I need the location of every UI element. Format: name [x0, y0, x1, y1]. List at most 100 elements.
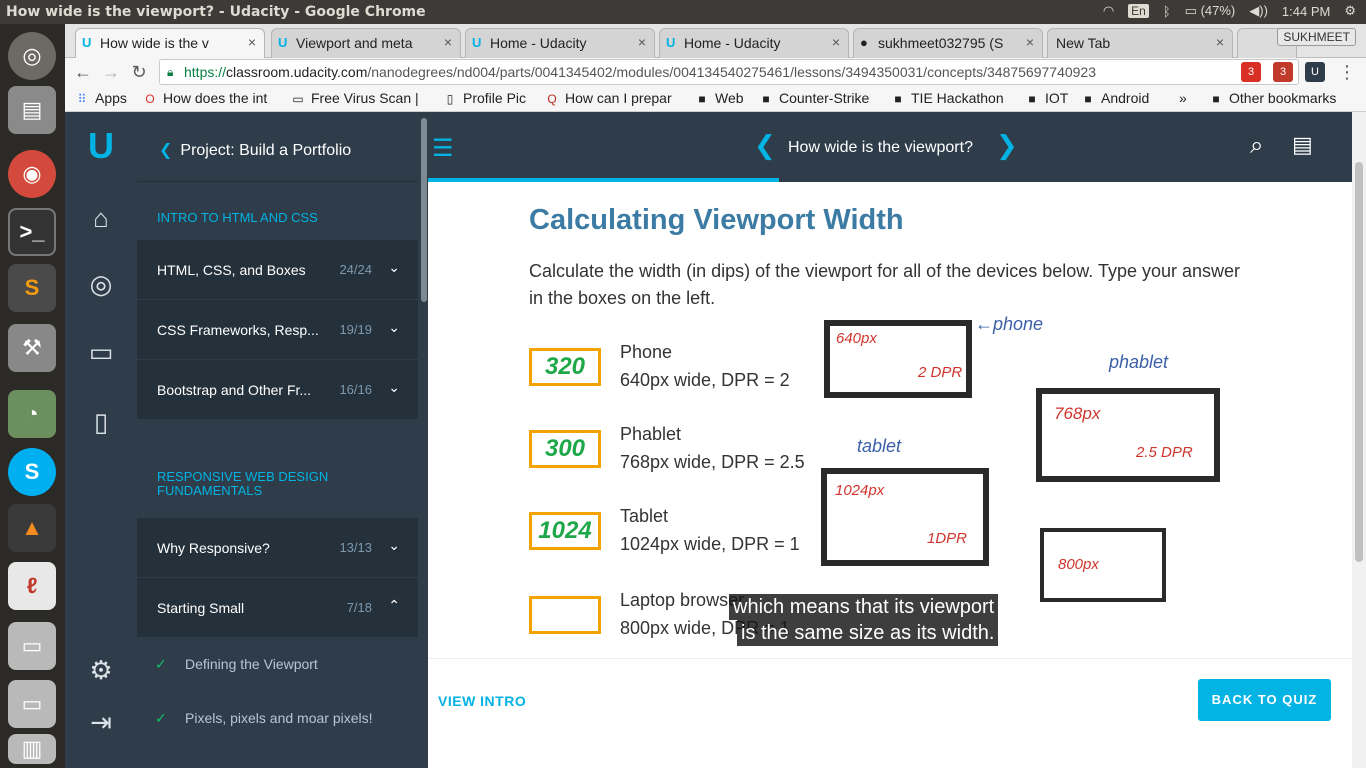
bookmark-folder[interactable]: ■ IOT [1025, 90, 1068, 106]
folder-icon: ■ [1028, 92, 1036, 106]
terminal-icon[interactable]: >_ [8, 208, 56, 256]
checkmark-icon: ✓ [155, 656, 167, 672]
section-heading: RESPONSIVE WEB DESIGN FUNDAMENTALS [157, 469, 329, 498]
search-icon[interactable]: ⌕ [1250, 132, 1263, 160]
section-heading: INTRO TO HTML AND CSS [157, 210, 318, 225]
concept-title: How wide is the viewport? [788, 139, 973, 156]
home-icon[interactable]: ⌂ [81, 198, 121, 238]
url-scheme: https:// [184, 64, 227, 80]
page-scroll-thumb[interactable] [1355, 162, 1363, 562]
next-concept-icon[interactable]: ❯ [996, 130, 1018, 161]
bluetooth-icon[interactable]: ᛒ [1163, 4, 1171, 19]
back-arrow-icon[interactable]: ← [71, 60, 95, 84]
back-to-project-link[interactable]: ❮ Project: Build a Portfolio [137, 112, 418, 182]
tab-github[interactable]: ● sukhmeet032795 (S × [853, 28, 1043, 58]
sketch-label: 2.5 DPR [1136, 444, 1193, 461]
bookmark-folder-other[interactable]: ■ Other bookmarks [1209, 90, 1336, 106]
wifi-icon[interactable]: ◠ [1103, 3, 1114, 19]
battery-indicator[interactable]: ▭ (47%) [1185, 3, 1236, 19]
bookmark-apps[interactable]: ⠿ Apps [75, 90, 127, 106]
ubuntu-dash-icon[interactable]: ◎ [8, 32, 56, 80]
close-icon[interactable]: × [1026, 34, 1034, 50]
reload-icon[interactable]: ↻ [127, 60, 151, 84]
tab-how-wide-viewport[interactable]: U How wide is the v × [75, 28, 265, 58]
adblock-icon[interactable]: 3 [1273, 62, 1293, 82]
bookmark-item[interactable]: Q How can I prepar [545, 90, 671, 106]
concept-header: ☰ ❮ How wide is the viewport? ❯ ⌕ ▤ [428, 112, 1352, 182]
tab-viewport-meta[interactable]: U Viewport and meta × [271, 28, 461, 58]
lesson-item[interactable]: Why Responsive? 13/13 ⌄ [137, 518, 418, 578]
settings-gear-icon[interactable]: ⚙ [1344, 3, 1356, 19]
file-manager-icon[interactable]: ▤ [8, 86, 56, 134]
disk-usage-icon[interactable]: ◔ [8, 390, 56, 438]
subtitle-line: which means that its viewport [729, 594, 999, 620]
tab-home-udacity-2[interactable]: U Home - Udacity × [659, 28, 849, 58]
bookmark-item[interactable]: O How does the int [143, 90, 267, 106]
bookmark-folder[interactable]: ■ Android [1081, 90, 1149, 106]
volume-icon[interactable]: ◀)) [1249, 3, 1268, 19]
bookmarks-overflow[interactable]: » [1179, 90, 1187, 106]
bookmark-item[interactable]: ▯ Profile Pic [443, 90, 526, 106]
udacity-extension-icon[interactable]: U [1305, 62, 1325, 82]
view-intro-link[interactable]: VIEW INTRO [438, 693, 526, 709]
video-player[interactable]: Calculating Viewport Width Calculate the… [437, 182, 1332, 658]
bookmark-folder[interactable]: ■ TIE Hackathon [891, 90, 1003, 106]
keyboard-layout-indicator[interactable]: En [1128, 4, 1149, 18]
concept-item[interactable]: ✓ Pixels, pixels and moar pixels! [137, 692, 418, 746]
chevron-up-icon: ⌃ [388, 597, 400, 613]
sidebar-scroll-thumb[interactable] [421, 118, 427, 302]
settings-gear-icon[interactable]: ⚙ [81, 650, 121, 690]
laptop-sketch: 800px [1040, 528, 1166, 602]
close-icon[interactable]: × [248, 34, 256, 50]
logout-icon[interactable]: ⇥ [81, 702, 121, 742]
chevron-left-icon: ❮ [159, 142, 173, 159]
lesson-item[interactable]: Bootstrap and Other Fr... 16/16 ⌄ [137, 360, 418, 420]
close-icon[interactable]: × [444, 34, 452, 50]
notes-icon[interactable]: ▤ [1292, 132, 1313, 158]
trash-icon[interactable]: ▥ [8, 734, 56, 764]
tab-home-udacity[interactable]: U Home - Udacity × [465, 28, 655, 58]
device-name: Laptop browser [620, 590, 745, 610]
drive-icon[interactable]: ▭ [8, 622, 56, 670]
close-icon[interactable]: × [1216, 34, 1224, 50]
close-icon[interactable]: × [832, 34, 840, 50]
chrome-menu-icon[interactable]: ⋮ [1335, 60, 1359, 84]
address-bar[interactable]: 🔒︎ https://classroom.udacity.com/nanodeg… [159, 59, 1299, 85]
video-slide-title: Calculating Viewport Width [529, 204, 904, 236]
sublime-text-icon[interactable]: S [8, 264, 56, 312]
clock[interactable]: 1:44 PM [1282, 4, 1330, 19]
system-settings-icon[interactable]: ⚒ [8, 324, 56, 372]
forward-arrow-icon[interactable]: → [99, 60, 123, 84]
compass-icon[interactable]: ◎ [81, 264, 121, 304]
profile-button[interactable]: SUKHMEET [1277, 28, 1356, 46]
phablet-sketch: 768px 2.5 DPR [1036, 388, 1220, 482]
concept-item[interactable]: ✓ Defining the Viewport [137, 638, 418, 692]
chrome-icon[interactable]: ◉ [8, 150, 56, 198]
answer-box: 300 [529, 430, 601, 468]
close-icon[interactable]: × [638, 34, 646, 50]
tab-label: sukhmeet032795 (S [878, 35, 1004, 51]
sketch-label: 800px [1058, 556, 1099, 573]
hamburger-menu-icon[interactable]: ☰ [432, 134, 454, 163]
lesson-item-expanded[interactable]: Starting Small 7/18 ⌃ [137, 578, 418, 638]
bookmark-item[interactable]: ▭ Free Virus Scan | [291, 90, 418, 106]
drive-icon[interactable]: ▭ [8, 680, 56, 728]
page-scrollbar[interactable] [1352, 112, 1366, 768]
bookmark-folder[interactable]: ■ Counter-Strike [759, 90, 869, 106]
previous-concept-icon[interactable]: ❮ [754, 130, 776, 161]
tab-new-tab[interactable]: New Tab × [1047, 28, 1233, 58]
tab-strip: U How wide is the v × U Viewport and met… [65, 24, 1366, 58]
bookmark-folder[interactable]: ■ Web [695, 90, 743, 106]
sketch-label: 2 DPR [918, 364, 963, 381]
skype-icon[interactable]: S [8, 448, 56, 496]
lesson-item[interactable]: HTML, CSS, and Boxes 24/24 ⌄ [137, 240, 418, 300]
pdf-reader-icon[interactable]: ℓ [8, 562, 56, 610]
id-badge-icon[interactable]: ▯ [81, 402, 121, 442]
chat-icon[interactable]: ▭ [81, 332, 121, 372]
sketch-label: 768px [1054, 404, 1101, 423]
vlc-icon[interactable]: ▲ [8, 504, 56, 552]
back-to-quiz-button[interactable]: BACK TO QUIZ [1198, 679, 1331, 721]
lesson-item[interactable]: CSS Frameworks, Resp... 19/19 ⌄ [137, 300, 418, 360]
opera-extension-icon[interactable]: 3 [1241, 62, 1261, 82]
udacity-logo-icon[interactable]: U [81, 126, 121, 166]
